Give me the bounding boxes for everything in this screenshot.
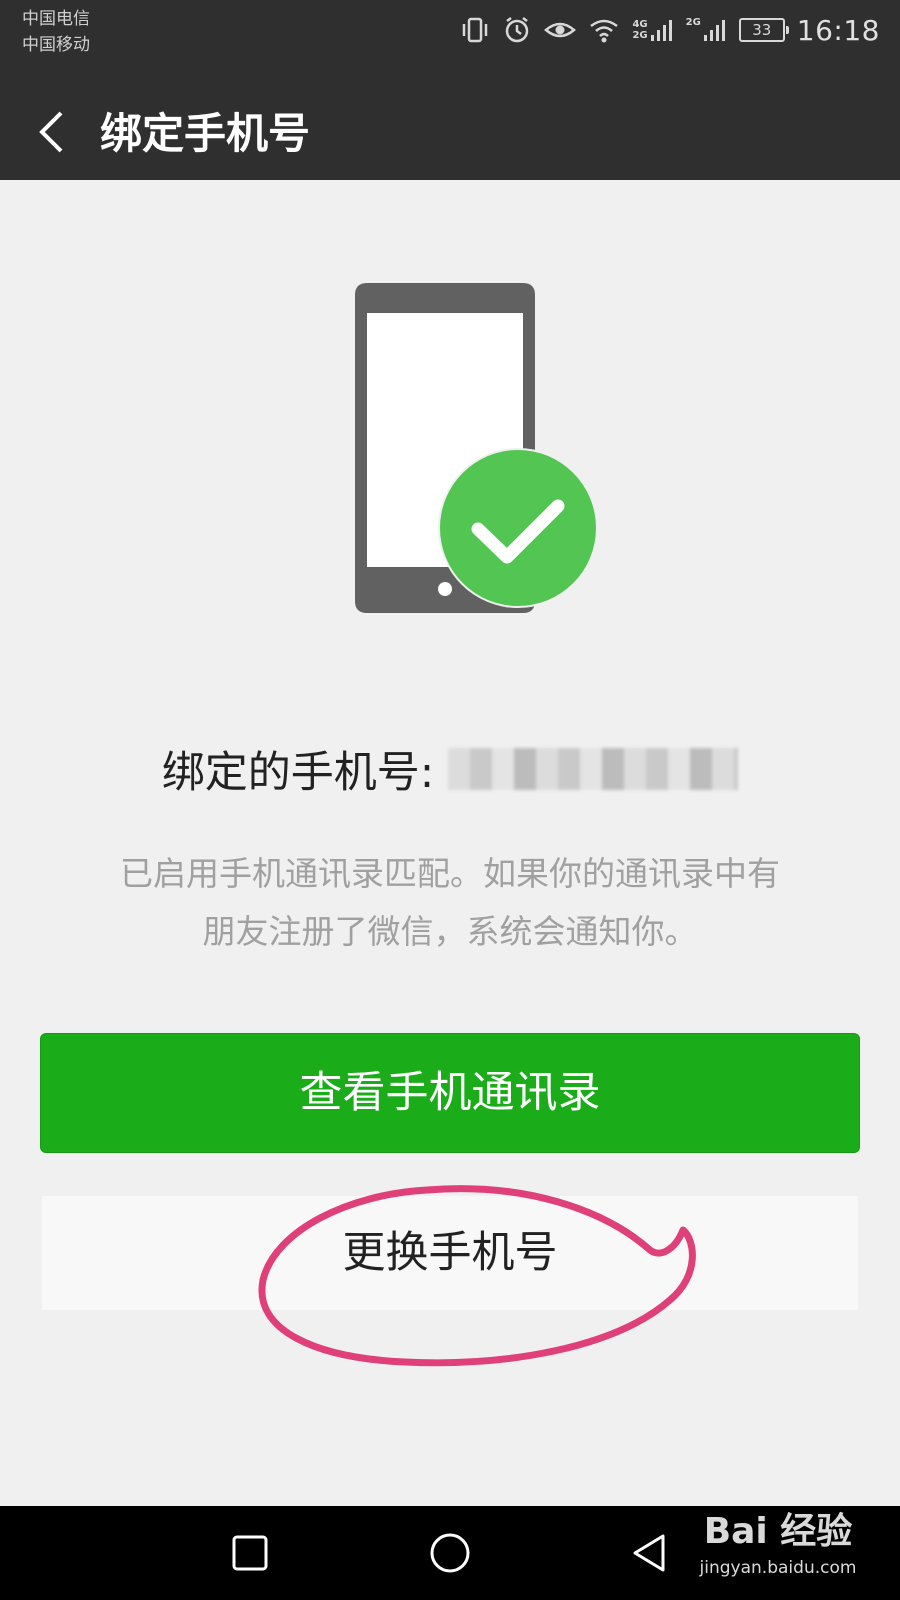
triangle-back-icon bbox=[625, 1534, 675, 1582]
baidu-jingyan-watermark: Bai 经验 jingyan.baidu.com bbox=[678, 1508, 878, 1598]
hint-line-2: 朋友注册了微信，系统会通知你。 bbox=[202, 912, 698, 951]
view-contacts-button[interactable]: 查看手机通讯录 bbox=[40, 1033, 860, 1153]
contacts-match-hint: 已启用手机通讯录匹配。如果你的通讯录中有 朋友注册了微信，系统会通知你。 bbox=[60, 845, 840, 961]
check-circle-icon bbox=[438, 448, 598, 608]
bound-phone-line: 绑定的手机号: bbox=[0, 738, 900, 800]
eye-icon bbox=[544, 15, 577, 45]
hint-line-1: 已启用手机通讯录匹配。如果你的通讯录中有 bbox=[120, 854, 780, 893]
status-icons: 4G 2G 2G 33 16:18 bbox=[460, 10, 880, 50]
network-label-1b: 2G bbox=[632, 30, 648, 41]
battery-level: 33 bbox=[752, 21, 772, 39]
home-button[interactable] bbox=[425, 1528, 475, 1578]
chevron-left-icon bbox=[37, 110, 67, 158]
recents-button[interactable] bbox=[225, 1528, 275, 1578]
network-label-2: 2G bbox=[685, 17, 701, 28]
carrier-2: 中国移动 bbox=[22, 35, 90, 55]
bound-phone-label: 绑定的手机号: bbox=[161, 748, 435, 798]
masked-phone-number bbox=[448, 748, 739, 790]
circle-icon bbox=[425, 1533, 475, 1582]
alarm-icon bbox=[502, 15, 532, 45]
watermark-brand: Bai 经验 bbox=[703, 1511, 853, 1552]
signal-icon: 2G bbox=[686, 17, 727, 43]
nav-back-button[interactable] bbox=[625, 1528, 675, 1578]
clock: 16:18 bbox=[796, 13, 880, 47]
change-phone-button[interactable]: 更换手机号 bbox=[42, 1196, 858, 1310]
status-bar: 中国电信 中国移动 4G 2G 2G 33 16:18 bbox=[0, 0, 900, 88]
wifi-icon bbox=[588, 15, 620, 45]
carrier-1: 中国电信 bbox=[22, 9, 90, 29]
page-title: 绑定手机号 bbox=[100, 109, 311, 158]
watermark-url: jingyan.baidu.com bbox=[699, 1558, 857, 1578]
battery-icon: 33 bbox=[738, 18, 789, 42]
back-button[interactable] bbox=[20, 102, 84, 166]
vibrate-icon bbox=[460, 15, 490, 45]
square-icon bbox=[225, 1535, 275, 1582]
network-label-1: 4G bbox=[632, 19, 648, 30]
phone-bound-illustration bbox=[355, 283, 615, 623]
signal-icon: 4G 2G bbox=[632, 17, 673, 43]
carrier-info: 中国电信 中国移动 bbox=[22, 6, 90, 58]
title-bar: 绑定手机号 bbox=[0, 88, 900, 180]
